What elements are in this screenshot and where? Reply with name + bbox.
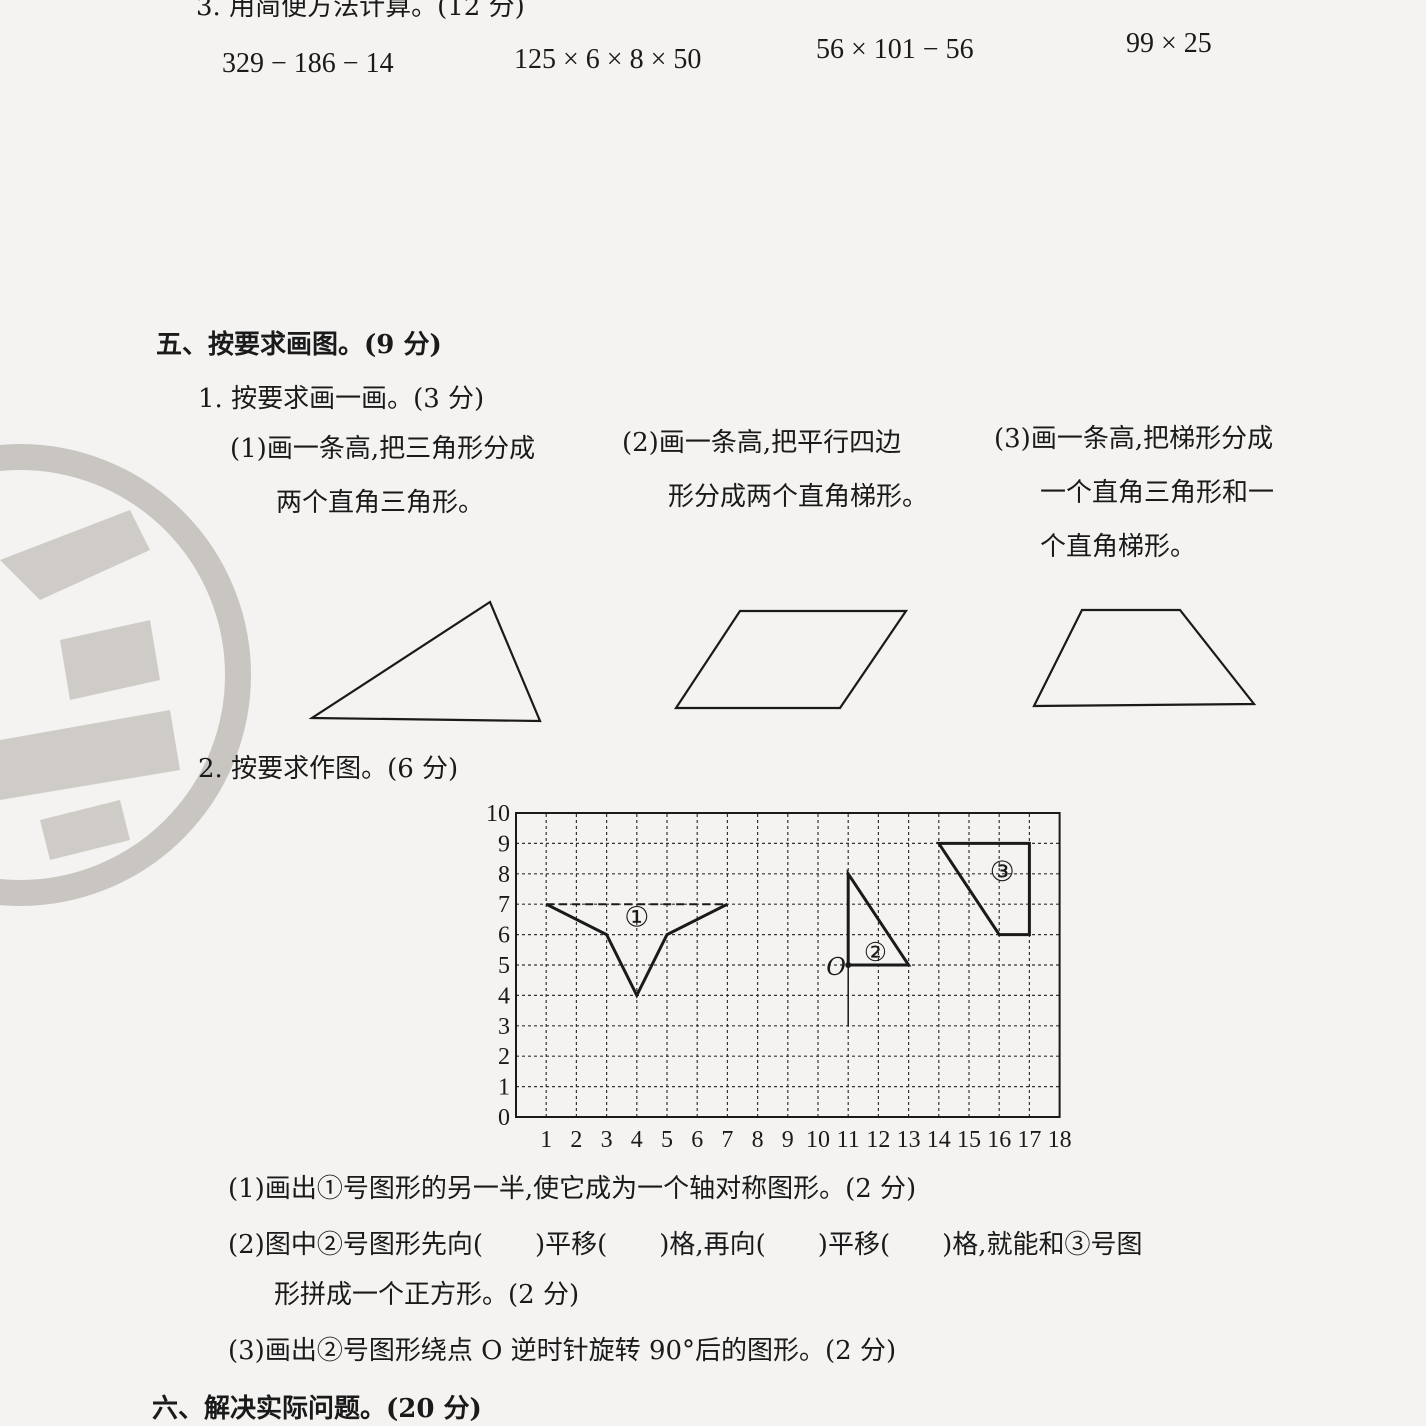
y-tick-label: 4	[498, 983, 510, 1009]
x-tick-label: 3	[601, 1127, 613, 1153]
coordinate-grid: 0123456789101 2 3 4 5 6 7 8 9 10 11 12 13 14 15 16 17 18①…	[486, 801, 1072, 1153]
part-2-3: (3)画出②号图形绕点 O 逆时针旋转 90°后的图形。(2 分)	[228, 1336, 897, 1366]
x-tick-label: 2	[570, 1127, 582, 1153]
x-tick-label: 17	[1017, 1127, 1041, 1153]
x-tick-label: 6	[691, 1127, 703, 1153]
y-tick-label: 9	[498, 831, 510, 857]
part-2-2: (2)图中②号图形先向( )平移( )格,再向( )平移( )格,就能和③号图	[228, 1230, 1143, 1260]
y-tick-label: 0	[498, 1105, 510, 1131]
x-tick-label: 18	[1048, 1127, 1072, 1153]
shape-3-label: ③	[990, 855, 1015, 888]
x-tick-label: 16	[987, 1127, 1011, 1153]
shape-3	[936, 841, 1031, 937]
x-tick-label: 5	[661, 1127, 673, 1153]
y-tick-label: 2	[498, 1044, 510, 1070]
y-tick-label: 10	[486, 801, 510, 827]
point-o-label: O	[826, 953, 846, 981]
part-2-1: (1)画出①号图形的另一半,使它成为一个轴对称图形。(2 分)	[228, 1174, 917, 1204]
x-tick-label: 10	[806, 1127, 830, 1153]
x-tick-label: 4	[631, 1127, 643, 1153]
x-tick-label: 8	[752, 1127, 764, 1153]
shape-2-label: ②	[864, 938, 887, 968]
y-tick-label: 7	[498, 892, 510, 918]
x-tick-label: 9	[782, 1127, 794, 1153]
x-tick-label: 11	[837, 1127, 860, 1153]
x-tick-label: 14	[927, 1127, 951, 1153]
x-tick-label: 13	[897, 1127, 921, 1153]
point-o	[845, 962, 852, 968]
y-tick-label: 1	[498, 1075, 510, 1101]
x-tick-label: 7	[721, 1127, 733, 1153]
y-tick-label: 5	[498, 953, 510, 979]
y-tick-label: 8	[498, 862, 510, 888]
part-2-2-cont: 形拼成一个正方形。(2 分)	[274, 1280, 580, 1310]
x-tick-label: 15	[957, 1127, 981, 1153]
section-6-title: 六、解决实际问题。(20 分)	[152, 1394, 482, 1424]
x-tick-label: 12	[866, 1127, 890, 1153]
y-tick-label: 3	[498, 1014, 510, 1040]
shape-1-label: ①	[624, 900, 649, 933]
x-tick-label: 1	[540, 1127, 552, 1153]
y-tick-label: 6	[498, 923, 510, 949]
